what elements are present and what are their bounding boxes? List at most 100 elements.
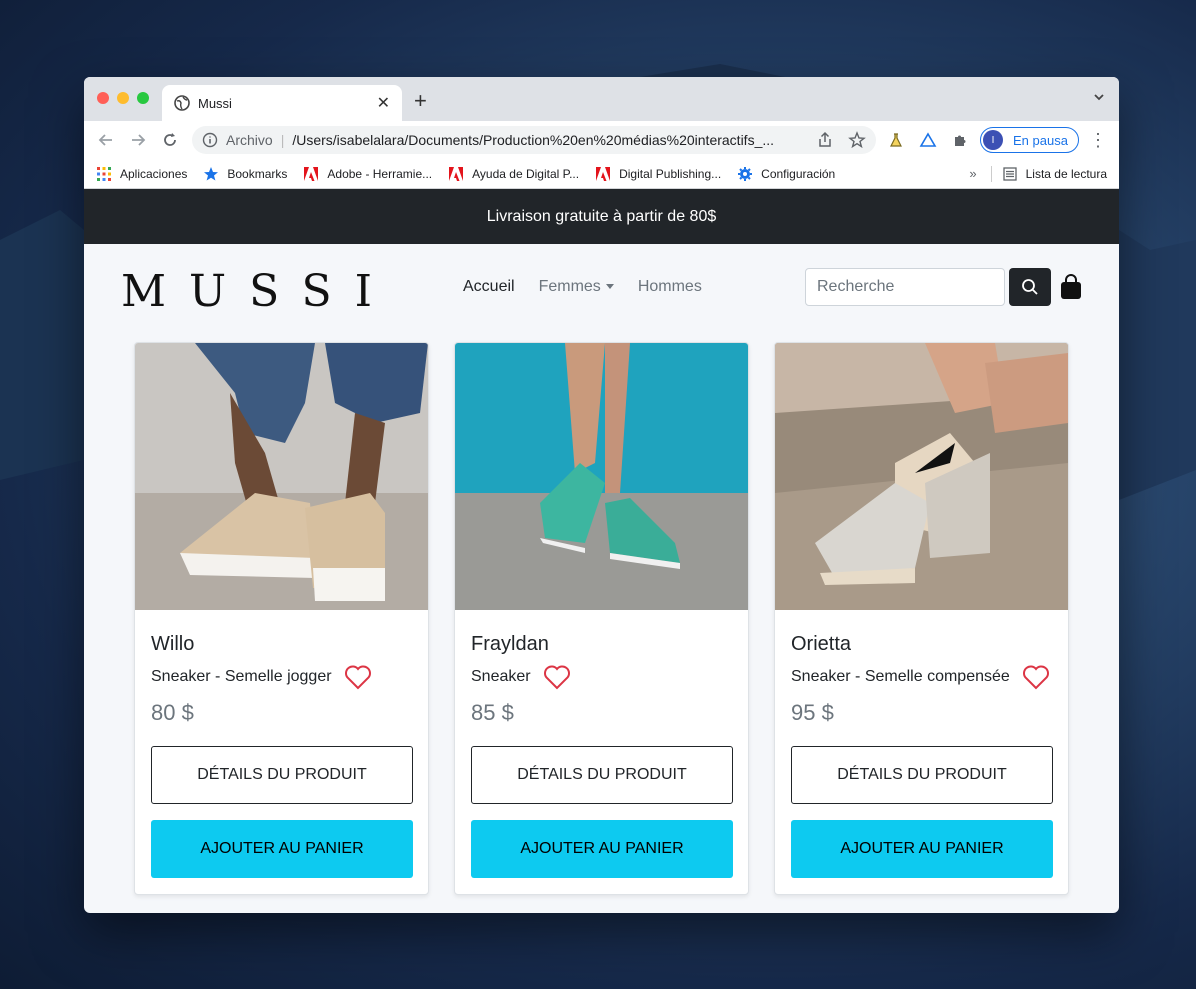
adobe-icon [596,166,611,181]
bookmark-configuracion[interactable]: Configuración [737,166,835,182]
add-to-cart-button[interactable]: AJOUTER AU PANIER [471,820,733,878]
add-to-cart-button[interactable]: AJOUTER AU PANIER [791,820,1053,878]
product-grid: Willo Sneaker - Semelle jogger 80 $ DÉTA… [134,342,1094,895]
address-url[interactable]: /Users/isabelalara/Documents/Production%… [292,132,802,148]
product-name: Willo [151,633,195,655]
free-shipping-banner: Livraison gratuite à partir de 80$ [84,189,1119,244]
heart-icon[interactable] [1022,664,1050,690]
bookmark-label: Ayuda de Digital P... [472,166,580,181]
bookmark-label: Adobe - Herramie... [327,166,433,181]
reading-list-icon [1002,166,1017,181]
back-button[interactable] [92,126,120,154]
product-details-button[interactable]: DÉTAILS DU PRODUIT [791,746,1053,804]
main-menu: Accueil Femmes Hommes [463,278,726,296]
bookmarks-bar: Aplicaciones Bookmarks Adobe - Herramie.… [84,159,1119,189]
bookmark-digital-publishing[interactable]: Digital Publishing... [595,166,721,182]
card-body: Willo Sneaker - Semelle jogger 80 $ DÉTA… [135,615,428,878]
caret-down-icon [605,284,614,290]
product-image-frayldan[interactable] [455,343,748,610]
puzzle-extensions-icon[interactable] [948,128,972,152]
search-icon [1022,279,1038,295]
tab-title: Mussi [198,95,232,111]
product-price: 85 $ [471,700,514,725]
card-body: Frayldan Sneaker 85 $ DÉTAILS DU PRODUIT… [455,615,748,878]
card-body: Orietta Sneaker - Semelle compensée 95 $… [775,615,1068,878]
search-form [805,268,1083,306]
product-subtitle-row: Sneaker [471,664,732,690]
product-image-willo[interactable] [135,343,428,610]
apps-grid-icon [97,166,111,181]
search-button[interactable] [1009,268,1051,306]
profile-status: En pausa [1013,132,1068,148]
add-to-cart-button[interactable]: AJOUTER AU PANIER [151,820,413,878]
product-card: Frayldan Sneaker 85 $ DÉTAILS DU PRODUIT… [454,342,749,895]
maximize-window-button[interactable] [137,92,149,104]
share-icon[interactable] [816,131,834,149]
profile-avatar: I [983,130,1003,150]
product-card: Orietta Sneaker - Semelle compensée 95 $… [774,342,1069,895]
bookmarks-overflow-button[interactable]: » [969,166,976,181]
nav-femmes-label: Femmes [538,278,601,295]
product-subtitle-row: Sneaker - Semelle compensée [791,664,1052,690]
product-name: Frayldan [471,633,549,655]
address-bar[interactable]: Archivo | /Users/isabelalara/Documents/P… [192,126,876,154]
new-tab-button[interactable]: + [414,88,427,114]
bookmark-label: Bookmarks [227,166,288,181]
reading-list-button[interactable]: Lista de lectura [1002,166,1107,182]
bookmark-bookmarks[interactable]: Bookmarks [203,166,287,182]
heart-icon[interactable] [543,664,571,690]
bookmark-label: Configuración [761,166,836,181]
adobe-icon [304,166,319,181]
search-input[interactable] [805,268,1005,306]
nav-link-accueil[interactable]: Accueil [463,278,515,296]
address-separator: | [280,132,285,148]
product-price: 95 $ [791,700,834,725]
tab-mussi[interactable]: Mussi ✕ [162,85,402,121]
product-details-button[interactable]: DÉTAILS DU PRODUIT [471,746,733,804]
shopping-bag-icon[interactable] [1059,274,1083,300]
browser-window: Mussi ✕ + Archivo | /Users/isabelalara/D… [84,77,1119,913]
address-scheme-label: Archivo [226,132,273,148]
product-subtitle: Sneaker - Semelle compensée [791,668,1010,685]
nav-link-hommes[interactable]: Hommes [638,278,702,296]
arrow-left-icon [98,134,112,146]
product-name: Orietta [791,633,852,655]
profile-button[interactable]: I En pausa [980,127,1079,153]
product-subtitle: Sneaker - Semelle jogger [151,668,332,685]
reload-icon [164,133,176,146]
flask-extension-icon[interactable] [884,128,908,152]
bookmark-label: Aplicaciones [120,166,188,181]
product-details-button[interactable]: DÉTAILS DU PRODUIT [151,746,413,804]
bookmark-adobe-herramientas[interactable]: Adobe - Herramie... [303,166,432,182]
heart-icon[interactable] [344,664,372,690]
globe-icon [174,95,190,111]
tab-search-chevron-icon[interactable] [1093,91,1105,103]
more-menu-icon[interactable]: ⋮ [1089,130,1107,151]
bookmarks-divider [990,165,992,182]
reading-list-label: Lista de lectura [1025,166,1107,181]
reload-button[interactable] [156,126,184,154]
minimize-window-button[interactable] [117,92,129,104]
tab-strip: Mussi ✕ + [84,77,1119,121]
site-navbar: MUSSI Accueil Femmes Hommes [84,244,1119,330]
triangle-extension-icon[interactable] [916,128,940,152]
browser-toolbar: Archivo | /Users/isabelalara/Documents/P… [84,121,1119,159]
brand-logo[interactable]: MUSSI [121,266,395,317]
banner-text: Livraison gratuite à partir de 80$ [486,207,717,225]
star-icon [204,166,219,180]
close-window-button[interactable] [97,92,109,104]
tab-close-icon[interactable]: ✕ [377,93,390,113]
bookmark-ayuda-digital[interactable]: Ayuda de Digital P... [448,166,579,182]
bookmark-label: Digital Publishing... [619,166,722,181]
info-icon[interactable] [202,132,218,148]
product-price: 80 $ [151,700,194,725]
forward-button[interactable] [124,126,152,154]
product-image-orietta[interactable] [775,343,1068,610]
star-bookmark-icon[interactable] [848,131,866,149]
bookmark-apps[interactable]: Aplicaciones [96,166,187,182]
product-subtitle: Sneaker [471,668,531,685]
adobe-icon [449,166,464,181]
product-subtitle-row: Sneaker - Semelle jogger [151,664,412,690]
gear-icon [738,166,753,181]
nav-dropdown-femmes[interactable]: Femmes [539,278,614,296]
